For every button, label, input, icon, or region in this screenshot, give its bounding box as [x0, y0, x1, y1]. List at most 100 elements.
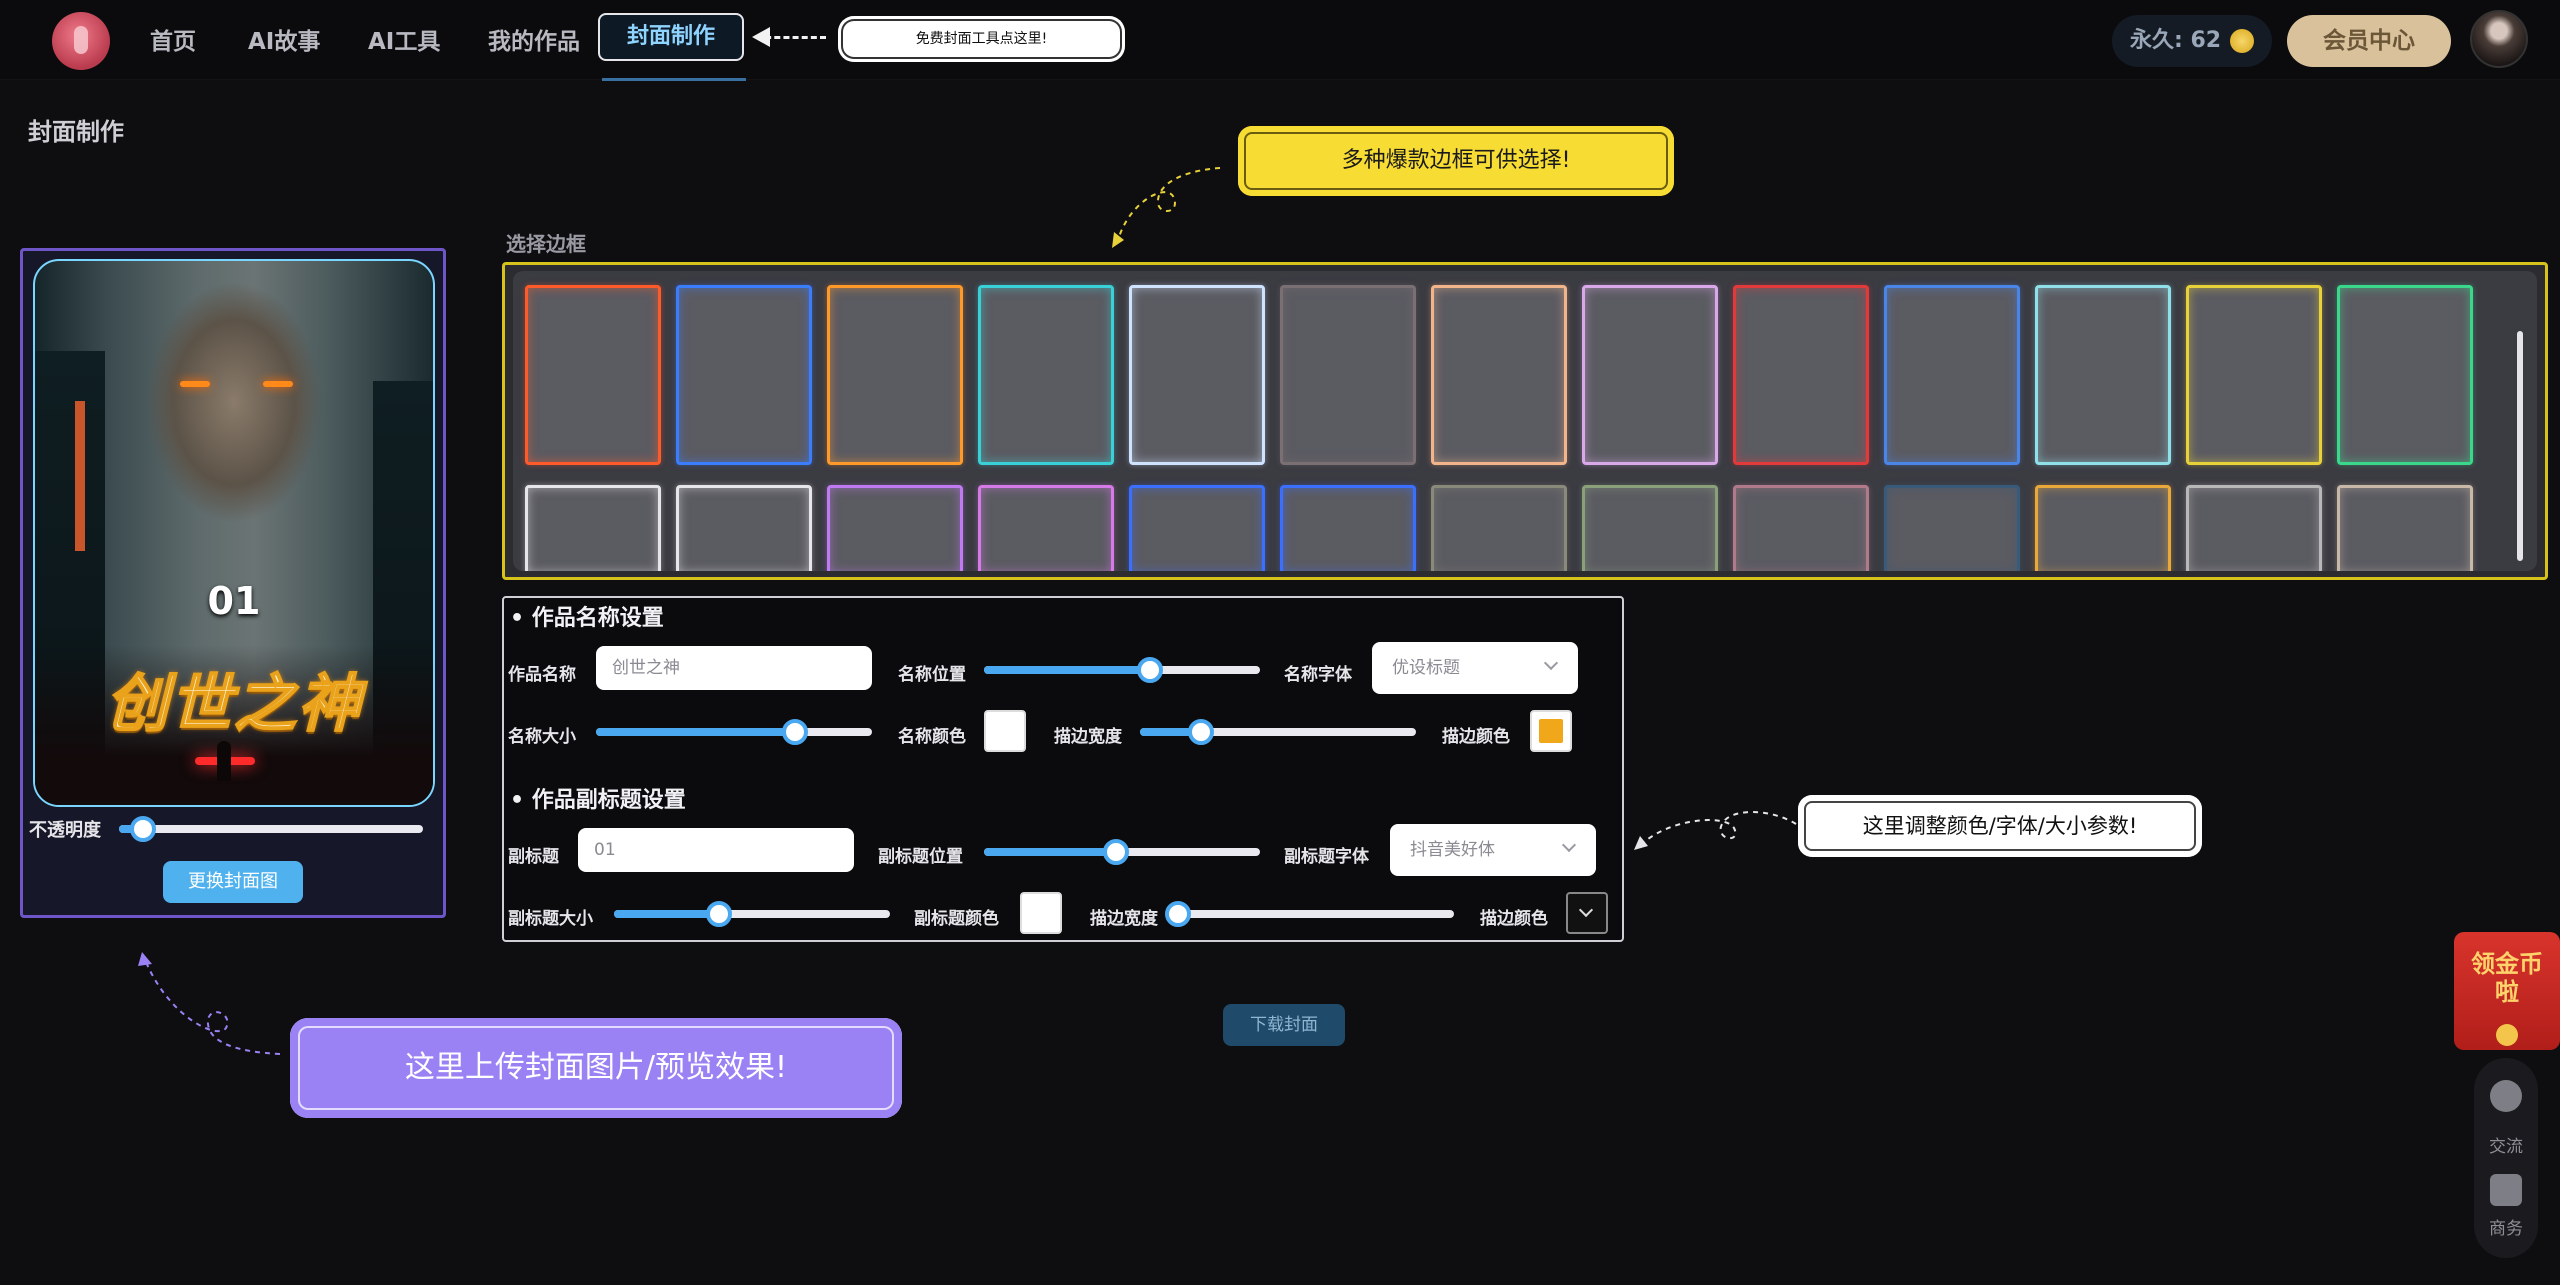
frame-option[interactable] — [1280, 485, 1416, 571]
points-badge[interactable]: 永久: 62 — [2112, 15, 2272, 67]
frame-option[interactable] — [1129, 285, 1265, 465]
subtitle-font-select[interactable]: 抖音美好体 — [1390, 824, 1596, 876]
slider-knob[interactable] — [130, 816, 157, 842]
frame-option[interactable] — [827, 485, 963, 571]
frame-scrollbar[interactable] — [2517, 331, 2523, 561]
frame-grid — [513, 271, 2537, 571]
subtitle-label: 副标题 — [508, 847, 559, 867]
subtitle-input[interactable]: 01 — [578, 828, 854, 872]
slider-knob[interactable] — [1103, 839, 1130, 865]
dashed-arrow-line — [756, 36, 826, 39]
frame-option[interactable] — [2035, 485, 2171, 571]
name-input[interactable]: 创世之神 — [596, 646, 872, 690]
frame-option[interactable] — [1129, 485, 1265, 571]
chevron-down-icon — [1543, 655, 1559, 671]
frame-option[interactable] — [1431, 485, 1567, 571]
name-stroke-color-picker[interactable] — [1530, 710, 1572, 752]
name-position-label: 名称位置 — [898, 665, 966, 685]
slider-knob[interactable] — [781, 719, 808, 745]
subtitle-stroke-width-slider[interactable] — [1165, 901, 1454, 927]
cover-preview-image: 01 创世之神 — [33, 259, 435, 807]
frame-option[interactable] — [2186, 485, 2322, 571]
frames-tooltip: 多种爆款边框可供选择! — [1238, 126, 1674, 196]
subtitle-stroke-width-label: 描边宽度 — [1090, 909, 1158, 929]
subtitle-stroke-color-picker[interactable] — [1566, 892, 1608, 934]
slider-fill — [596, 728, 795, 736]
slider-knob[interactable] — [1187, 719, 1214, 745]
download-cover-button[interactable]: 下载封面 — [1223, 1004, 1345, 1046]
frame-option[interactable] — [827, 285, 963, 465]
red-packet-text: 领金币啦 — [2471, 950, 2543, 1006]
subtitle-position-label: 副标题位置 — [878, 847, 963, 867]
curved-arrow-icon — [1634, 811, 1797, 850]
user-avatar[interactable] — [2470, 10, 2528, 68]
cover-person — [217, 741, 231, 781]
frame-option[interactable] — [525, 485, 661, 571]
frame-option[interactable] — [2186, 285, 2322, 465]
frame-option[interactable] — [525, 285, 661, 465]
nav-ai-story[interactable]: AI故事 — [248, 22, 320, 56]
nav-home[interactable]: 首页 — [150, 22, 196, 56]
change-cover-button[interactable]: 更换封面图 — [163, 861, 303, 903]
name-color-picker[interactable] — [984, 710, 1026, 752]
subtitle-position-slider[interactable] — [984, 839, 1260, 865]
upload-tooltip: 这里上传封面图片/预览效果! — [290, 1018, 902, 1118]
name-size-label: 名称大小 — [508, 727, 576, 747]
subtitle-size-slider[interactable] — [614, 901, 890, 927]
app-logo[interactable] — [52, 12, 110, 70]
frame-option[interactable] — [676, 285, 812, 465]
frame-option[interactable] — [1733, 485, 1869, 571]
curved-arrow-icon — [1112, 167, 1221, 248]
frame-option[interactable] — [1884, 285, 2020, 465]
chevron-down-icon — [1561, 837, 1577, 853]
nav-cover-maker[interactable]: 封面制作 — [598, 13, 744, 61]
params-tooltip: 这里调整颜色/字体/大小参数! — [1798, 795, 2202, 857]
chat-label[interactable]: 交流 — [2474, 1132, 2538, 1157]
business-icon[interactable] — [2490, 1174, 2522, 1206]
chat-icon[interactable] — [2490, 1080, 2522, 1112]
text-settings-panel: • 作品名称设置 作品名称 创世之神 名称位置 名称字体 优设标题 名称大小 名… — [502, 596, 1624, 942]
name-settings-title: • 作品名称设置 — [510, 606, 664, 631]
frame-option[interactable] — [978, 485, 1114, 571]
slider-fill — [984, 666, 1150, 674]
frame-option[interactable] — [1582, 485, 1718, 571]
nav-tooltip: 免费封面工具点这里! — [838, 16, 1125, 62]
frame-option[interactable] — [1582, 285, 1718, 465]
name-stroke-color-label: 描边颜色 — [1442, 727, 1510, 747]
name-font-select[interactable]: 优设标题 — [1372, 642, 1578, 694]
opacity-label: 不透明度 — [29, 820, 101, 841]
slider-fill — [614, 910, 719, 918]
name-font-label: 名称字体 — [1284, 665, 1352, 685]
name-size-slider[interactable] — [596, 719, 872, 745]
frame-option[interactable] — [1280, 285, 1416, 465]
frame-option[interactable] — [978, 285, 1114, 465]
slider-knob[interactable] — [705, 901, 732, 927]
name-stroke-width-slider[interactable] — [1140, 719, 1416, 745]
cover-eye-right — [263, 381, 293, 387]
frame-option[interactable] — [1431, 285, 1567, 465]
frame-option[interactable] — [1733, 285, 1869, 465]
subtitle-color-label: 副标题颜色 — [914, 909, 999, 929]
nav-ai-tools[interactable]: AI工具 — [368, 22, 440, 56]
frame-option[interactable] — [1884, 485, 2020, 571]
frame-section-label: 选择边框 — [506, 232, 586, 256]
frame-option[interactable] — [676, 485, 812, 571]
cover-eye-left — [180, 381, 210, 387]
slider-fill — [984, 848, 1117, 856]
business-label[interactable]: 商务 — [2474, 1214, 2538, 1239]
frame-option[interactable] — [2035, 285, 2171, 465]
subtitle-settings-title: • 作品副标题设置 — [510, 788, 686, 813]
name-stroke-color-swatch — [1539, 719, 1563, 743]
nav-my-works[interactable]: 我的作品 — [488, 22, 580, 56]
vip-center-button[interactable]: 会员中心 — [2287, 15, 2451, 67]
opacity-slider[interactable] — [119, 816, 423, 842]
red-packet-widget[interactable]: 领金币啦 — [2454, 932, 2560, 1050]
slider-knob[interactable] — [1136, 657, 1163, 683]
subtitle-color-picker[interactable] — [1020, 892, 1062, 934]
name-position-slider[interactable] — [984, 657, 1260, 683]
frame-option[interactable] — [2337, 485, 2473, 571]
coin-icon — [2496, 1024, 2518, 1046]
subtitle-font-label: 副标题字体 — [1284, 847, 1369, 867]
frame-option[interactable] — [2337, 285, 2473, 465]
slider-knob[interactable] — [1165, 901, 1191, 927]
